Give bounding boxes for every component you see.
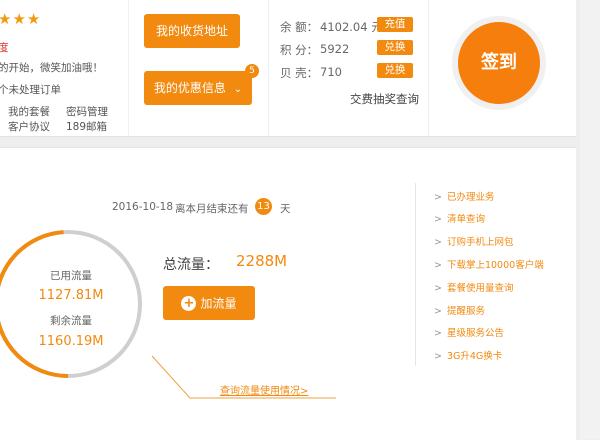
side-link-star-notice[interactable]: > 星级服务公告 bbox=[434, 325, 504, 339]
coupon-info-button[interactable]: 我的优惠信息 ⌄ bbox=[144, 71, 252, 105]
shells-redeem-button[interactable]: 兑换 bbox=[377, 63, 413, 78]
usage-date: 2016-10-18 bbox=[112, 201, 174, 213]
side-link-label: 下载掌上10000客户端 bbox=[446, 260, 544, 271]
side-link-reminder[interactable]: > 提醒服务 bbox=[434, 303, 485, 317]
side-link-label: 3G升4G换卡 bbox=[446, 351, 503, 362]
points-value: 5922 bbox=[320, 42, 350, 56]
mail-189-link[interactable]: 189邮箱 bbox=[66, 119, 107, 134]
side-link-mobile-data-pack[interactable]: > 订购手机上网包 bbox=[434, 234, 513, 248]
used-traffic-label: 已用流量 bbox=[50, 270, 92, 282]
shipping-address-label: 我的收货地址 bbox=[155, 24, 228, 38]
arrow-right-icon: > bbox=[434, 214, 442, 225]
side-link-label: 订购手机上网包 bbox=[446, 237, 514, 248]
side-link-label: 套餐使用量查询 bbox=[446, 283, 514, 294]
shipping-address-button[interactable]: 我的收货地址 bbox=[144, 14, 240, 48]
partial-red-text: 度 bbox=[0, 42, 9, 54]
side-link-bill-query[interactable]: > 清单查询 bbox=[434, 211, 485, 225]
add-traffic-label: 加流量 bbox=[200, 296, 237, 311]
points-redeem-button[interactable]: 兑换 bbox=[377, 40, 413, 55]
lottery-query-link[interactable]: 交费抽奖查询 bbox=[350, 91, 419, 107]
arrow-right-icon: > bbox=[434, 351, 442, 362]
used-traffic-value: 1127.81M bbox=[38, 288, 104, 303]
balance-value: 4102.04 元 bbox=[320, 20, 383, 34]
total-traffic-label: 总流量： bbox=[163, 257, 219, 273]
total-traffic-value: 2288M bbox=[236, 252, 288, 270]
side-link-3g-to-4g[interactable]: >3G升4G换卡 bbox=[434, 348, 502, 362]
sign-in-label: 签到 bbox=[481, 52, 517, 73]
month-end-text: 离本月结束还有 bbox=[175, 203, 249, 215]
customer-agreement-link[interactable]: 客户协议 bbox=[8, 119, 50, 134]
side-link-label: 清单查询 bbox=[446, 214, 485, 225]
remaining-traffic-label: 剩余流量 bbox=[50, 315, 92, 327]
side-link-handled-business[interactable]: > 已办理业务 bbox=[434, 189, 494, 203]
remaining-traffic-value: 1160.19M bbox=[38, 334, 104, 349]
sign-in-button[interactable]: 签到 bbox=[452, 16, 546, 110]
arrow-right-icon: > bbox=[434, 260, 442, 271]
coupon-count-badge: 5 bbox=[245, 64, 259, 78]
coupon-info-label: 我的优惠信息 bbox=[153, 81, 226, 95]
arrow-right-icon: > bbox=[434, 192, 442, 203]
days-left-badge: 13 bbox=[255, 198, 272, 215]
arrow-right-icon: > bbox=[434, 306, 442, 317]
arrow-right-icon: > bbox=[434, 283, 442, 294]
chevron-down-icon: ⌄ bbox=[233, 84, 243, 95]
side-link-plan-usage[interactable]: > 套餐使用量查询 bbox=[434, 280, 513, 294]
arrow-right-icon: > bbox=[434, 237, 442, 248]
shells-value: 710 bbox=[320, 65, 342, 79]
service-links-list: > 已办理业务 > 清单查询 > 订购手机上网包 > 下载掌上10000客户端 > 套餐使… bbox=[415, 183, 551, 366]
password-manage-link[interactable]: 密码管理 bbox=[66, 104, 108, 119]
side-link-label: 已办理业务 bbox=[446, 192, 495, 203]
my-plan-link[interactable]: 我的套餐 bbox=[8, 104, 50, 119]
add-traffic-button[interactable]: + 加流量 bbox=[163, 286, 255, 320]
side-link-label: 星级服务公告 bbox=[446, 328, 504, 339]
points-label: 积 分： bbox=[280, 43, 319, 57]
balance-label: 余 额： bbox=[280, 20, 319, 34]
shells-label: 贝 壳： bbox=[280, 66, 319, 80]
pending-orders-link[interactable]: 个未处理订单 bbox=[0, 82, 61, 97]
ring-track bbox=[0, 230, 142, 378]
recharge-button[interactable]: 充值 bbox=[377, 17, 413, 32]
plus-icon: + bbox=[181, 296, 197, 311]
ring-svg bbox=[0, 230, 142, 378]
arrow-right-icon: > bbox=[434, 328, 442, 339]
traffic-usage-query-link[interactable]: 查询流量使用情况> bbox=[220, 382, 308, 397]
star-rating: ★★★ bbox=[0, 10, 42, 28]
scrollbar-track[interactable] bbox=[580, 0, 600, 439]
slogan-text: 的开始，微笑加油哦！ bbox=[0, 62, 103, 74]
side-link-download-app[interactable]: > 下载掌上10000客户端 bbox=[434, 257, 544, 271]
side-link-label: 提醒服务 bbox=[446, 306, 485, 317]
account-summary-panel: ★★★ 度 的开始，微笑加油哦！ 个未处理订单 我的套餐 密码管理 客户协议 1… bbox=[0, 0, 576, 137]
days-unit: 天 bbox=[280, 203, 291, 215]
traffic-ring-gauge: 已用流量 1127.81M 剩余流量 1160.19M bbox=[0, 223, 146, 385]
